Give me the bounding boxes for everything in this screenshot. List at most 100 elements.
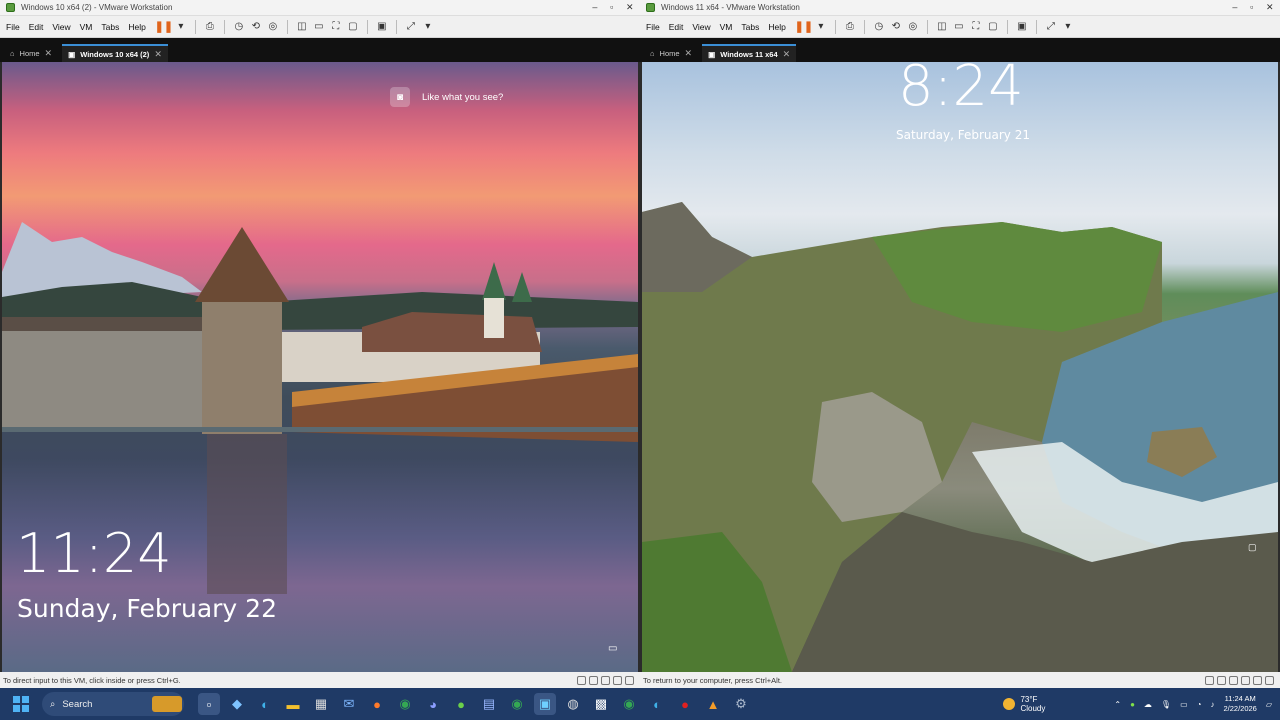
stretch-icon[interactable]: ⤢ — [404, 20, 418, 34]
menu-vm[interactable]: VM — [80, 22, 93, 32]
display-device-icon[interactable] — [625, 675, 634, 685]
dropdown-icon[interactable]: ▾ — [174, 20, 188, 34]
accessibility-icon[interactable]: ▢ — [1248, 542, 1257, 553]
unity-icon[interactable]: ▢ — [346, 20, 360, 34]
task-view-icon[interactable]: ▫ — [198, 693, 220, 715]
notification-icon[interactable]: ▱ — [1266, 700, 1272, 709]
chrome-profile-icon[interactable]: ◉ — [506, 693, 528, 715]
vlc-icon[interactable]: ▲ — [702, 693, 724, 715]
library-icon[interactable]: ◫ — [295, 20, 309, 34]
usb-device-icon[interactable] — [1229, 675, 1238, 685]
close-button[interactable]: ✕ — [626, 2, 634, 13]
pause-icon[interactable]: ❚❚ — [155, 20, 173, 34]
display-icon[interactable]: ▭ — [1180, 700, 1188, 709]
chrome-alt-icon[interactable]: ◉ — [618, 693, 640, 715]
menu-edit[interactable]: Edit — [669, 22, 684, 32]
settings-icon[interactable]: ⚙ — [730, 693, 752, 715]
network-device-icon[interactable] — [577, 675, 586, 685]
maximize-button[interactable]: ▫ — [610, 2, 613, 13]
library-icon[interactable]: ◫ — [935, 20, 949, 34]
dropdown-icon[interactable]: ▾ — [1061, 20, 1075, 34]
fullscreen-icon[interactable]: ⛶ — [329, 20, 343, 34]
menu-edit[interactable]: Edit — [29, 22, 44, 32]
onedrive-icon[interactable]: ☁ — [1144, 700, 1152, 709]
accessibility-icon[interactable]: ▭ — [608, 643, 617, 654]
tab-vm[interactable]: ▣ Windows 11 x64 ✕ — [702, 44, 797, 62]
vmware-taskbar-icon[interactable]: ▣ — [534, 693, 556, 715]
vm-screen-lockscreen[interactable]: 8:24 Saturday, February 21 ▢ — [642, 62, 1278, 672]
minimize-button[interactable]: – — [1232, 2, 1237, 13]
menu-view[interactable]: View — [692, 22, 710, 32]
snapshot-manager-icon[interactable]: ◎ — [906, 20, 920, 34]
menu-view[interactable]: View — [52, 22, 70, 32]
discord-icon[interactable]: ◕ — [422, 693, 444, 715]
cd-device-icon[interactable] — [589, 675, 598, 685]
menu-file[interactable]: File — [646, 22, 660, 32]
close-tab-icon[interactable]: ✕ — [154, 49, 162, 60]
console-icon[interactable]: ▣ — [1015, 20, 1029, 34]
close-button[interactable]: ✕ — [1266, 2, 1274, 13]
snapshot-icon[interactable]: ◷ — [872, 20, 886, 34]
minimize-button[interactable]: – — [592, 2, 597, 13]
copilot-icon[interactable]: ◆ — [226, 693, 248, 715]
dropdown-icon[interactable]: ▾ — [421, 20, 435, 34]
network-device-icon[interactable] — [1205, 675, 1214, 685]
menu-file[interactable]: File — [6, 22, 20, 32]
revert-snapshot-icon[interactable]: ⟲ — [889, 20, 903, 34]
tab-home[interactable]: ⌂ Home ✕ — [644, 44, 698, 62]
file-explorer-icon[interactable]: ▬ — [282, 693, 304, 715]
store-icon[interactable]: ▦ — [310, 693, 332, 715]
close-tab-icon[interactable]: ✕ — [685, 48, 693, 59]
usb-device-icon[interactable] — [601, 675, 610, 685]
close-tab-icon[interactable]: ✕ — [45, 48, 53, 59]
menu-tabs[interactable]: Tabs — [101, 22, 119, 32]
network-icon[interactable]: ◔ — [1197, 700, 1202, 709]
snapshot-icon[interactable]: ◷ — [232, 20, 246, 34]
revert-snapshot-icon[interactable]: ⟲ — [249, 20, 263, 34]
sound-device-icon[interactable] — [1241, 675, 1250, 685]
thumbnail-icon[interactable]: ▭ — [312, 20, 326, 34]
github-icon[interactable]: ◍ — [562, 693, 584, 715]
spotlight-like-prompt[interactable]: ◙ Like what you see? — [390, 87, 503, 107]
snapshot-manager-icon[interactable]: ◎ — [266, 20, 280, 34]
stretch-icon[interactable]: ⤢ — [1044, 20, 1058, 34]
maximize-button[interactable]: ▫ — [1250, 2, 1253, 13]
unity-icon[interactable]: ▢ — [986, 20, 1000, 34]
fullscreen-icon[interactable]: ⛶ — [969, 20, 983, 34]
printer-device-icon[interactable] — [1253, 675, 1262, 685]
tab-home[interactable]: ⌂ Home ✕ — [4, 44, 58, 62]
microphone-icon[interactable]: 🎙 — [1161, 700, 1171, 709]
edge-alt-icon[interactable]: ◐ — [646, 693, 668, 715]
mail-icon[interactable]: ✉ — [338, 693, 360, 715]
menu-help[interactable]: Help — [128, 22, 145, 32]
notepad-icon[interactable]: ▤ — [478, 693, 500, 715]
vmware-window-win11[interactable]: Windows 11 x64 - VMware Workstation – ▫ … — [640, 0, 1280, 688]
chat-app-icon[interactable]: ● — [450, 693, 472, 715]
chrome-icon[interactable]: ◉ — [394, 693, 416, 715]
send-ctrl-alt-del-icon[interactable]: ⎙ — [203, 20, 217, 34]
vmware-window-win10[interactable]: Windows 10 x64 (2) - VMware Workstation … — [0, 0, 640, 688]
volume-icon[interactable]: ♪ — [1210, 700, 1214, 709]
pause-icon[interactable]: ❚❚ — [795, 20, 813, 34]
cd-device-icon[interactable] — [1217, 675, 1226, 685]
edge-icon[interactable]: ◐ — [254, 693, 276, 715]
send-ctrl-alt-del-icon[interactable]: ⎙ — [843, 20, 857, 34]
thumbnail-icon[interactable]: ▭ — [952, 20, 966, 34]
dropdown-icon[interactable]: ▾ — [814, 20, 828, 34]
menu-help[interactable]: Help — [768, 22, 785, 32]
close-tab-icon[interactable]: ✕ — [783, 49, 791, 60]
menu-vm[interactable]: VM — [720, 22, 733, 32]
taskbar-clock[interactable]: 11:24 AM 2/22/2026 — [1223, 694, 1256, 714]
start-button[interactable] — [10, 693, 32, 715]
tab-vm[interactable]: ▣ Windows 10 x64 (2) ✕ — [62, 44, 168, 62]
console-icon[interactable]: ▣ — [375, 20, 389, 34]
taskbar-search[interactable]: ⌕ Search — [42, 692, 184, 716]
display-device-icon[interactable] — [1265, 675, 1274, 685]
tray-app-icon[interactable]: ● — [1130, 700, 1135, 709]
firefox-icon[interactable]: ● — [366, 693, 388, 715]
record-icon[interactable]: ● — [674, 693, 696, 715]
vm-screen-lockscreen[interactable]: ◙ Like what you see? 11:24 Sunday, Febru… — [2, 62, 638, 672]
menu-tabs[interactable]: Tabs — [741, 22, 759, 32]
chevron-up-icon[interactable]: ⌃ — [1114, 700, 1121, 709]
terminal-icon[interactable]: ▩ — [590, 693, 612, 715]
